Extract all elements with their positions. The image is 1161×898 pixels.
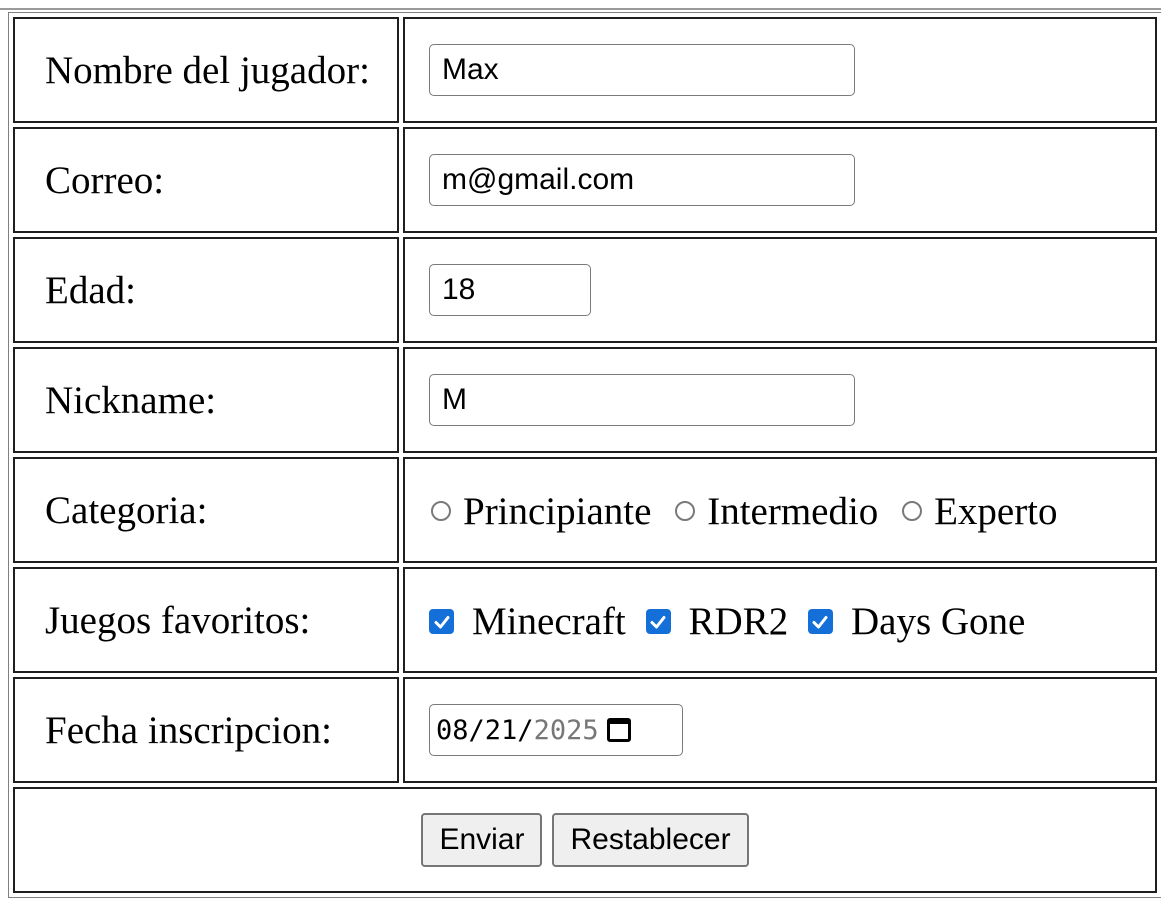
form-row-email: Correo: [13, 127, 1157, 233]
signup-date-label: Fecha inscripcion: [13, 677, 399, 783]
form-row-age: Edad: [13, 237, 1157, 343]
age-label: Edad: [13, 237, 399, 343]
favorite-games-cell: Minecraft RDR2 Days Gone [403, 567, 1157, 673]
radio-button[interactable] [902, 501, 923, 522]
game-option-label: RDR2 [688, 600, 789, 644]
category-option-intermedio[interactable]: Intermedio [661, 489, 878, 534]
category-option-label: Intermedio [707, 489, 879, 533]
form-row-buttons: Enviar Restablecer [13, 787, 1157, 893]
nickname-label: Nickname: [13, 347, 399, 453]
category-label: Categoria: [13, 457, 399, 563]
registration-form: Nombre del jugador: Correo: Edad: Nickna… [8, 12, 1161, 898]
button-cell: Enviar Restablecer [13, 787, 1157, 893]
date-month[interactable]: 08 [436, 715, 469, 746]
category-option-label: Principiante [463, 489, 652, 533]
form-row-favorite-games: Juegos favoritos: Minecraft RDR2 Days Go… [13, 567, 1157, 673]
checkbox-checked[interactable] [429, 609, 454, 635]
player-name-label: Nombre del jugador: [13, 17, 399, 123]
category-cell: Principiante Intermedio Experto [403, 457, 1157, 563]
reset-button[interactable]: Restablecer [552, 813, 749, 867]
checkmark-icon [650, 615, 666, 629]
game-option-label: Days Gone [850, 600, 1026, 644]
radio-button[interactable] [431, 501, 451, 522]
date-year[interactable]: 2025 [534, 715, 599, 746]
game-option-minecraft[interactable]: Minecraft [429, 599, 626, 644]
checkmark-icon [812, 615, 828, 629]
favorite-games-label: Juegos favoritos: [13, 567, 399, 673]
date-input[interactable]: 08 / 21 / 2025 [429, 704, 683, 757]
form-row-nickname: Nickname: [13, 347, 1157, 453]
player-name-input[interactable] [429, 44, 855, 96]
form-row-player-name: Nombre del jugador: [13, 17, 1157, 123]
player-name-cell [403, 17, 1157, 123]
category-option-principiante[interactable]: Principiante [417, 489, 651, 534]
date-day[interactable]: 21 [485, 715, 518, 746]
date-separator: / [468, 714, 485, 746]
nickname-input[interactable] [429, 374, 855, 426]
game-option-days-gone[interactable]: Days Gone [798, 599, 1025, 644]
checkbox-checked[interactable] [807, 609, 833, 635]
nickname-cell [403, 347, 1157, 453]
category-option-label: Experto [934, 489, 1058, 533]
checkmark-icon [434, 615, 449, 629]
date-separator: / [517, 714, 534, 746]
email-label: Correo: [13, 127, 399, 233]
age-cell [403, 237, 1157, 343]
game-option-label: Minecraft [472, 600, 626, 644]
form-row-category: Categoria: Principiante Intermedio Exper… [13, 457, 1157, 563]
radio-button[interactable] [675, 501, 696, 522]
email-cell [403, 127, 1157, 233]
submit-button[interactable]: Enviar [421, 813, 543, 867]
email-input[interactable] [429, 154, 855, 206]
signup-date-cell: 08 / 21 / 2025 [403, 677, 1157, 783]
checkbox-checked[interactable] [645, 609, 671, 635]
category-option-experto[interactable]: Experto [888, 489, 1058, 534]
top-divider [0, 8, 1161, 10]
age-input[interactable] [429, 264, 591, 316]
game-option-rdr2[interactable]: RDR2 [636, 599, 789, 644]
form-row-signup-date: Fecha inscripcion: 08 / 21 / 2025 [13, 677, 1157, 783]
calendar-icon[interactable] [606, 718, 631, 743]
